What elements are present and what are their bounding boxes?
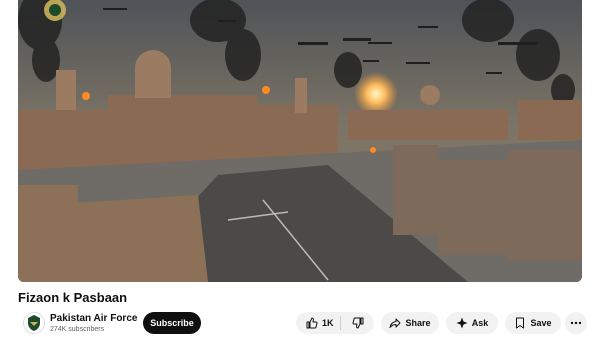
channel-logo-icon bbox=[28, 315, 40, 331]
video-player[interactable] bbox=[18, 0, 582, 282]
video-frame-image bbox=[18, 0, 582, 282]
bookmark-icon bbox=[514, 317, 526, 329]
dislike-button[interactable] bbox=[341, 312, 374, 334]
thumbs-up-icon bbox=[306, 317, 318, 329]
like-dislike-group: 1K bbox=[296, 312, 374, 334]
channel-watermark-icon bbox=[44, 0, 66, 21]
video-meta-row: Pakistan Air Force 274K subscribers Subs… bbox=[18, 311, 600, 337]
channel-avatar[interactable] bbox=[23, 312, 45, 334]
more-actions-button[interactable] bbox=[565, 312, 587, 334]
save-button[interactable]: Save bbox=[505, 312, 561, 334]
like-count: 1K bbox=[322, 318, 334, 328]
more-horizontal-icon bbox=[570, 317, 582, 329]
share-label: Share bbox=[405, 318, 431, 328]
subscribe-button[interactable]: Subscribe bbox=[143, 312, 201, 334]
share-button[interactable]: Share bbox=[381, 312, 439, 334]
channel-name[interactable]: Pakistan Air Force bbox=[50, 313, 137, 324]
like-button[interactable]: 1K bbox=[296, 312, 340, 334]
ask-label: Ask bbox=[471, 318, 489, 328]
ask-button[interactable]: Ask bbox=[446, 312, 498, 334]
thumbs-down-icon bbox=[352, 317, 364, 329]
video-title: Fizaon k Pasbaan bbox=[18, 290, 128, 305]
share-arrow-icon bbox=[389, 317, 401, 329]
subscriber-count: 274K subscribers bbox=[50, 326, 105, 333]
save-label: Save bbox=[530, 318, 552, 328]
sparkle-icon bbox=[456, 317, 468, 329]
